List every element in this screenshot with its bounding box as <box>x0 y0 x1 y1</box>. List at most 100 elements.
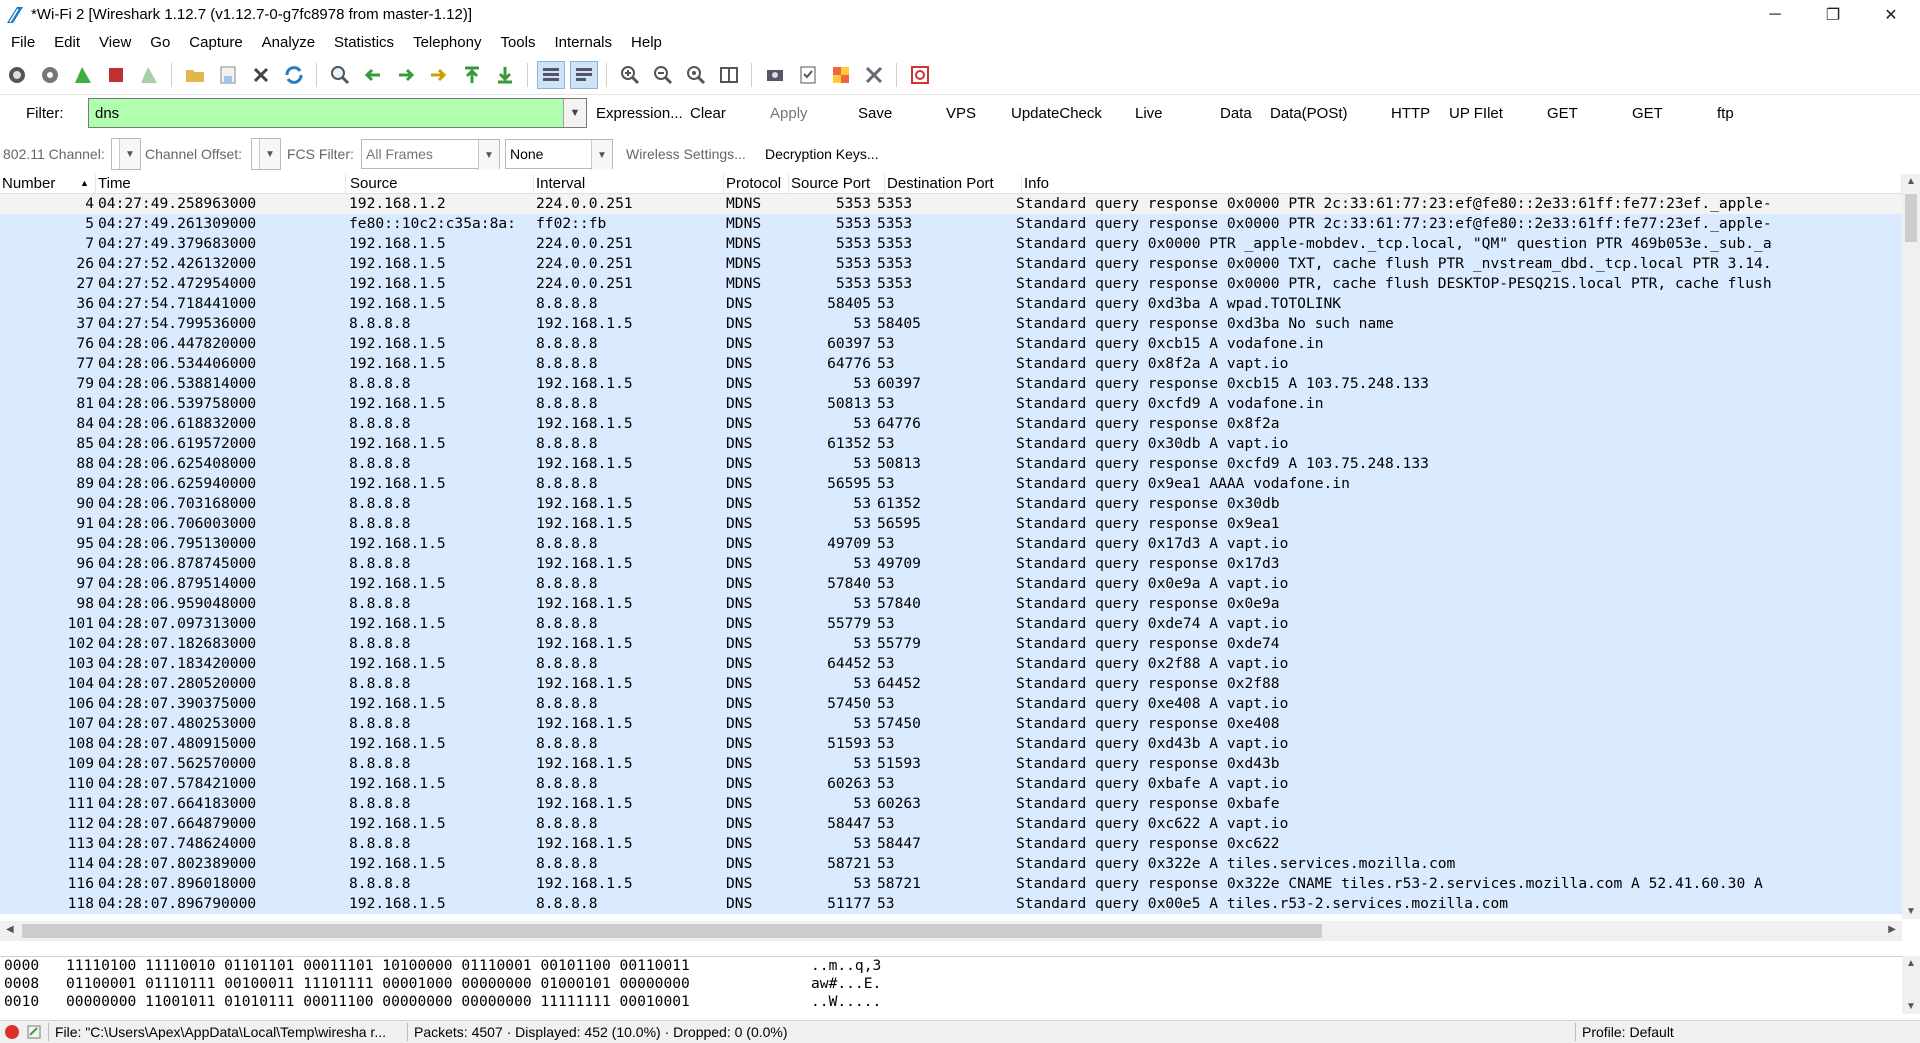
scrollbar-thumb[interactable] <box>22 924 1322 938</box>
scrollbar-thumb[interactable] <box>1905 194 1917 242</box>
packet-list-vertical-scrollbar[interactable]: ▲ ▼ <box>1902 174 1920 919</box>
packet-row[interactable]: 4 04:27:49.258963000 192.168.1.2 224.0.0.25… <box>0 194 1902 214</box>
filter-button-ftp[interactable]: ftp <box>1717 105 1757 122</box>
packet-row[interactable]: 89 04:28:06.625940000 192.168.1.5 8.8.8.8 DN… <box>0 474 1902 494</box>
start-capture-icon[interactable] <box>69 61 97 89</box>
display-filter-field[interactable]: ▼ <box>88 98 587 128</box>
packet-row[interactable]: 81 04:28:06.539758000 192.168.1.5 8.8.8.8 DN… <box>0 394 1902 414</box>
filter-button-vps[interactable]: VPS <box>946 105 1011 122</box>
packet-list[interactable]: Number ▲ Time Source Interval Protocol So… <box>0 174 1902 914</box>
scroll-right-icon[interactable]: ▶ <box>1888 924 1896 935</box>
packet-row[interactable]: 102 04:28:07.182683000 8.8.8.8 192.168.1.5 D… <box>0 634 1902 654</box>
column-header-protocol[interactable]: Protocol <box>724 174 789 193</box>
packet-row[interactable]: 116 04:28:07.896018000 8.8.8.8 192.168.1.5 D… <box>0 874 1902 894</box>
menu-go[interactable]: Go <box>139 34 178 51</box>
restart-capture-icon[interactable] <box>135 61 163 89</box>
menu-view[interactable]: View <box>88 34 139 51</box>
packet-row[interactable]: 77 04:28:06.534406000 192.168.1.5 8.8.8.8 DN… <box>0 354 1902 374</box>
reload-icon[interactable] <box>280 61 308 89</box>
preferences-icon[interactable] <box>860 61 888 89</box>
scroll-up-icon[interactable]: ▲ <box>1906 958 1916 969</box>
packet-row[interactable]: 79 04:28:06.538814000 8.8.8.8 192.168.1.5 DN… <box>0 374 1902 394</box>
packet-row[interactable]: 111 04:28:07.664183000 8.8.8.8 192.168.1.5 D… <box>0 794 1902 814</box>
packet-row[interactable]: 98 04:28:06.959048000 8.8.8.8 192.168.1.5 DN… <box>0 594 1902 614</box>
capture-filters-icon[interactable] <box>761 61 789 89</box>
go-to-packet-icon[interactable] <box>425 61 453 89</box>
column-header-destination-port[interactable]: Destination Port <box>885 174 1022 193</box>
packet-row[interactable]: 76 04:28:06.447820000 192.168.1.5 8.8.8.8 DN… <box>0 334 1902 354</box>
resize-columns-icon[interactable] <box>715 61 743 89</box>
save-file-icon[interactable] <box>214 61 242 89</box>
packet-row[interactable]: 101 04:28:07.097313000 192.168.1.5 8.8.8.8 D… <box>0 614 1902 634</box>
packet-row[interactable]: 88 04:28:06.625408000 8.8.8.8 192.168.1.5 DN… <box>0 454 1902 474</box>
packet-row[interactable]: 103 04:28:07.183420000 192.168.1.5 8.8.8.8 D… <box>0 654 1902 674</box>
menu-telephony[interactable]: Telephony <box>402 34 489 51</box>
packet-row[interactable]: 27 04:27:52.472954000 192.168.1.5 224.0.0.2… <box>0 274 1902 294</box>
packet-row[interactable]: 112 04:28:07.664879000 192.168.1.5 8.8.8.8 D… <box>0 814 1902 834</box>
zoom-in-icon[interactable] <box>616 61 644 89</box>
channel-offset-select[interactable]: ▼ <box>251 138 281 170</box>
colorize-icon[interactable] <box>537 61 565 89</box>
menu-capture[interactable]: Capture <box>178 34 250 51</box>
channel-select[interactable]: ▼ <box>111 138 141 170</box>
expression-button[interactable]: Expression... <box>596 105 690 122</box>
scroll-left-icon[interactable]: ◀ <box>6 924 14 935</box>
chevron-down-icon[interactable]: ▼ <box>563 99 586 127</box>
menu-tools[interactable]: Tools <box>489 34 543 51</box>
minimize-button[interactable]: ─ <box>1746 0 1804 29</box>
packet-row[interactable]: 104 04:28:07.280520000 8.8.8.8 192.168.1.5 D… <box>0 674 1902 694</box>
menu-internals[interactable]: Internals <box>543 34 620 51</box>
filter-button-live[interactable]: Live <box>1135 105 1220 122</box>
column-header-info[interactable]: Info <box>1022 174 1902 193</box>
packet-row[interactable]: 85 04:28:06.619572000 192.168.1.5 8.8.8.8 DN… <box>0 434 1902 454</box>
column-header-interval[interactable]: Interval <box>534 174 724 193</box>
restore-button[interactable]: ❐ <box>1804 0 1862 29</box>
menu-analyze[interactable]: Analyze <box>251 34 323 51</box>
clear-button[interactable]: Clear <box>690 105 770 122</box>
interfaces-icon[interactable] <box>3 61 31 89</box>
packet-row[interactable]: 107 04:28:07.480253000 8.8.8.8 192.168.1.5 D… <box>0 714 1902 734</box>
find-packet-icon[interactable] <box>326 61 354 89</box>
menu-help[interactable]: Help <box>620 34 670 51</box>
scroll-down-icon[interactable]: ▼ <box>1906 906 1916 917</box>
zoom-out-icon[interactable] <box>649 61 677 89</box>
zoom-normal-icon[interactable] <box>682 61 710 89</box>
column-header-source[interactable]: Source <box>346 174 534 193</box>
packet-bytes-pane[interactable]: 0000 11110100 11110010 01101101 00011101… <box>0 956 1902 1015</box>
decryption-keys-button[interactable]: Decryption Keys... <box>765 146 879 162</box>
expert-info-error-icon[interactable] <box>4 1024 20 1040</box>
go-first-icon[interactable] <box>458 61 486 89</box>
display-filters-icon[interactable] <box>794 61 822 89</box>
filter-button-get-1[interactable]: GET <box>1547 105 1632 122</box>
go-last-icon[interactable] <box>491 61 519 89</box>
packet-list-horizontal-scrollbar[interactable]: ◀ ▶ <box>0 921 1902 941</box>
display-filter-input[interactable] <box>89 99 563 127</box>
packet-row[interactable]: 91 04:28:06.706003000 8.8.8.8 192.168.1.5 DN… <box>0 514 1902 534</box>
filter-button-up-filet[interactable]: UP FIlet <box>1449 105 1547 122</box>
fcs-filter-select[interactable]: All Frames ▼ <box>361 139 500 170</box>
menu-statistics[interactable]: Statistics <box>323 34 402 51</box>
decryption-mode-select[interactable]: None ▼ <box>505 139 613 170</box>
packet-row[interactable]: 118 04:28:07.896790000 192.168.1.5 8.8.8.8 D… <box>0 894 1902 914</box>
coloring-rules-icon[interactable] <box>827 61 855 89</box>
filter-button-data-post[interactable]: Data(POSt) <box>1270 105 1391 122</box>
column-header-time[interactable]: Time <box>96 174 346 193</box>
save-button[interactable]: Save <box>858 105 946 122</box>
packet-row[interactable]: 96 04:28:06.878745000 8.8.8.8 192.168.1.5 DN… <box>0 554 1902 574</box>
stop-capture-icon[interactable] <box>102 61 130 89</box>
filter-button-updatecheck[interactable]: UpdateCheck <box>1011 105 1135 122</box>
auto-scroll-icon[interactable] <box>570 61 598 89</box>
packet-row[interactable]: 90 04:28:06.703168000 8.8.8.8 192.168.1.5 DN… <box>0 494 1902 514</box>
wireless-settings-button[interactable]: Wireless Settings... <box>626 146 760 162</box>
packet-row[interactable]: 36 04:27:54.718441000 192.168.1.5 8.8.8.8 DN… <box>0 294 1902 314</box>
column-header-source-port[interactable]: Source Port <box>789 174 885 193</box>
packet-row[interactable]: 109 04:28:07.562570000 8.8.8.8 192.168.1.5 D… <box>0 754 1902 774</box>
packet-row[interactable]: 84 04:28:06.618832000 8.8.8.8 192.168.1.5 DN… <box>0 414 1902 434</box>
packet-row[interactable]: 5 04:27:49.261309000 fe80::10c2:c35a:8a: ff… <box>0 214 1902 234</box>
close-button[interactable]: ✕ <box>1862 0 1920 29</box>
close-file-icon[interactable] <box>247 61 275 89</box>
column-header-number[interactable]: Number ▲ <box>0 174 96 193</box>
packet-row[interactable]: 113 04:28:07.748624000 8.8.8.8 192.168.1.5 D… <box>0 834 1902 854</box>
bytes-vertical-scrollbar[interactable]: ▲ ▼ <box>1902 956 1920 1014</box>
capture-options-icon[interactable] <box>36 61 64 89</box>
